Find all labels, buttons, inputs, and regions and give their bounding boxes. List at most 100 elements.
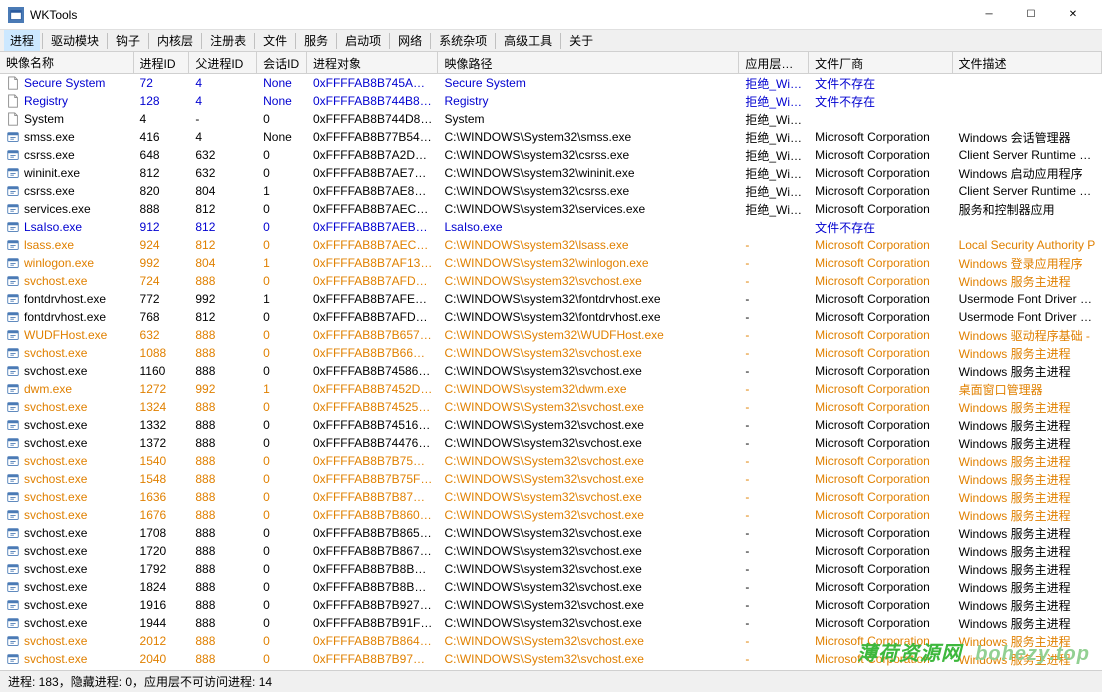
process-name: winlogon.exe <box>24 256 94 270</box>
table-row[interactable]: services.exe88881200xFFFFAB8B7AEC1180C:\… <box>0 200 1102 218</box>
table-row[interactable]: svchost.exe167688800xFFFFAB8B7B860080C:\… <box>0 506 1102 524</box>
table-row[interactable]: svchost.exe204088800xFFFFAB8B7B97E080C:\… <box>0 650 1102 668</box>
menu-item-6[interactable]: 服务 <box>298 30 334 51</box>
table-row[interactable]: svchost.exe132488800xFFFFAB8B74525080C:\… <box>0 398 1102 416</box>
cell-sid: 0 <box>257 435 307 451</box>
menu-item-0[interactable]: 进程 <box>4 30 40 51</box>
maximize-button[interactable]: ☐ <box>1010 0 1052 30</box>
column-header[interactable]: 父进程ID <box>189 52 257 73</box>
process-name: Registry <box>24 94 68 108</box>
menu-item-8[interactable]: 网络 <box>392 30 428 51</box>
table-row[interactable]: LsaIso.exe91281200xFFFFAB8B7AEBB0C0LsaIs… <box>0 218 1102 236</box>
table-row[interactable]: winlogon.exe99280410xFFFFAB8B7AF130C0C:\… <box>0 254 1102 272</box>
table-row[interactable]: svchost.exe108888800xFFFFAB8B7B66D240C:\… <box>0 344 1102 362</box>
table-row[interactable]: svchost.exe201288800xFFFFAB8B7B864080C:\… <box>0 632 1102 650</box>
table-row[interactable]: svchost.exe179288800xFFFFAB8B7B8B6080C:\… <box>0 560 1102 578</box>
close-button[interactable]: ✕ <box>1052 0 1094 30</box>
cell-path: C:\WINDOWS\System32\svchost.exe <box>438 597 739 613</box>
cell-path: C:\WINDOWS\system32\svchost.exe <box>438 579 739 595</box>
table-row[interactable]: csrss.exe64863200xFFFFAB8B7A2D8140C:\WIN… <box>0 146 1102 164</box>
table-row[interactable]: svchost.exe194488800xFFFFAB8B7B91F080C:\… <box>0 614 1102 632</box>
cell-sid: 1 <box>257 183 307 199</box>
cell-pid: 72 <box>134 75 190 91</box>
table-row[interactable]: svchost.exe191688800xFFFFAB8B7B927080C:\… <box>0 596 1102 614</box>
cell-sid: 0 <box>257 453 307 469</box>
cell-vendor: Microsoft Corporation <box>809 633 952 649</box>
cell-path: C:\WINDOWS\System32\svchost.exe <box>438 471 739 487</box>
cell-sid: 1 <box>257 381 307 397</box>
cell-object: 0xFFFFAB8B7AFDD080 <box>307 273 439 289</box>
table-row[interactable]: WUDFHost.exe63288800xFFFFAB8B7B657240C:\… <box>0 326 1102 344</box>
app-icon <box>8 7 24 23</box>
menu-item-7[interactable]: 启动项 <box>339 30 387 51</box>
cell-ppid: 888 <box>189 507 257 523</box>
cell-pid: 1332 <box>134 417 190 433</box>
column-header[interactable]: 文件厂商 <box>809 52 952 73</box>
cell-object: 0xFFFFAB8B7B97E080 <box>307 651 439 667</box>
cell-object: 0xFFFFAB8B7B8B6080 <box>307 561 439 577</box>
table-row[interactable]: svchost.exe137288800xFFFFAB8B74476080C:\… <box>0 434 1102 452</box>
table-row[interactable]: lsass.exe92481200xFFFFAB8B7AEC5080C:\WIN… <box>0 236 1102 254</box>
table-row[interactable]: svchost.exe72488800xFFFFAB8B7AFDD080C:\W… <box>0 272 1102 290</box>
table-row[interactable]: Secure System724None0xFFFFAB8B745AA080Se… <box>0 74 1102 92</box>
cell-ppid: 888 <box>189 669 257 670</box>
menu-item-1[interactable]: 驱动模块 <box>45 30 105 51</box>
column-header[interactable]: 应用层访问 <box>739 52 809 73</box>
table-row[interactable]: smss.exe4164None0xFFFFAB8B77B54040C:\WIN… <box>0 128 1102 146</box>
exe-icon <box>6 616 20 630</box>
cell-object: 0xFFFFAB8B7B860080 <box>307 507 439 523</box>
table-row[interactable]: svchost.exe163688800xFFFFAB8B7B87E0C0C:\… <box>0 488 1102 506</box>
menu-item-9[interactable]: 系统杂项 <box>433 30 493 51</box>
column-header[interactable]: 文件描述 <box>953 52 1102 73</box>
process-table[interactable]: 映像名称进程ID父进程ID会话ID进程对象映像路径应用层访问文件厂商文件描述 S… <box>0 52 1102 670</box>
cell-ppid: 4 <box>189 129 257 145</box>
table-row[interactable]: System4-00xFFFFAB8B744D8080System拒绝_Win.… <box>0 110 1102 128</box>
table-row[interactable]: svchost.exe154888800xFFFFAB8B7B75F080C:\… <box>0 470 1102 488</box>
cell-sid: 0 <box>257 363 307 379</box>
cell-path: C:\WINDOWS\system32\svchost.exe <box>438 561 739 577</box>
menu-item-11[interactable]: 关于 <box>563 30 599 51</box>
cell-vendor: Microsoft Corporation <box>809 291 952 307</box>
table-row[interactable]: svchost.exe172088800xFFFFAB8B7B867080C:\… <box>0 542 1102 560</box>
cell-vendor: Microsoft Corporation <box>809 273 952 289</box>
table-row[interactable]: dwm.exe127299210xFFFFAB8B7452D080C:\WIND… <box>0 380 1102 398</box>
menu-item-4[interactable]: 注册表 <box>204 30 252 51</box>
process-name: csrss.exe <box>24 184 75 198</box>
menu-item-10[interactable]: 高级工具 <box>498 30 558 51</box>
table-row[interactable]: fontdrvhost.exe76881200xFFFFAB8B7AFDC080… <box>0 308 1102 326</box>
table-row[interactable]: wininit.exe81263200xFFFFAB8B7AE780C0C:\W… <box>0 164 1102 182</box>
column-header[interactable]: 映像路径 <box>438 52 739 73</box>
cell-object: 0xFFFFAB8B7A2D8140 <box>307 147 439 163</box>
table-row[interactable]: svchost.exe202088800xFFFFAB8B7B9BA080C:\… <box>0 668 1102 670</box>
column-header[interactable]: 会话ID <box>257 52 307 73</box>
process-name: services.exe <box>24 202 91 216</box>
table-row[interactable]: svchost.exe182488800xFFFFAB8B7B8B5080C:\… <box>0 578 1102 596</box>
cell-vendor: Microsoft Corporation <box>809 651 952 667</box>
column-header[interactable]: 进程对象 <box>307 52 439 73</box>
table-row[interactable]: fontdrvhost.exe77299210xFFFFAB8B7AFE3080… <box>0 290 1102 308</box>
minimize-button[interactable]: ─ <box>968 0 1010 30</box>
column-header[interactable]: 映像名称 <box>0 52 134 73</box>
cell-desc: 桌面窗口管理器 <box>953 380 1102 399</box>
process-name: fontdrvhost.exe <box>24 292 106 306</box>
table-row[interactable]: svchost.exe154088800xFFFFAB8B7B75B080C:\… <box>0 452 1102 470</box>
cell-vendor: Microsoft Corporation <box>809 147 952 163</box>
menu-item-5[interactable]: 文件 <box>257 30 293 51</box>
cell-path: C:\WINDOWS\system32\csrss.exe <box>438 183 739 199</box>
cell-path: C:\WINDOWS\system32\svchost.exe <box>438 489 739 505</box>
cell-access: 拒绝_Win... <box>739 146 809 165</box>
column-header[interactable]: 进程ID <box>134 52 190 73</box>
menu-item-2[interactable]: 钩子 <box>110 30 146 51</box>
table-row[interactable]: svchost.exe116088800xFFFFAB8B74586080C:\… <box>0 362 1102 380</box>
process-name: svchost.exe <box>24 616 87 630</box>
cell-desc: Windows 服务主进程 <box>953 614 1102 633</box>
exe-icon <box>6 526 20 540</box>
table-row[interactable]: svchost.exe170888800xFFFFAB8B7B865080C:\… <box>0 524 1102 542</box>
table-row[interactable]: svchost.exe133288800xFFFFAB8B74516080C:\… <box>0 416 1102 434</box>
table-row[interactable]: csrss.exe82080410xFFFFAB8B7AE80140C:\WIN… <box>0 182 1102 200</box>
menu-item-3[interactable]: 内核层 <box>151 30 199 51</box>
table-row[interactable]: Registry1284None0xFFFFAB8B744B8080Regist… <box>0 92 1102 110</box>
cell-object: 0xFFFFAB8B7B657240 <box>307 327 439 343</box>
cell-path: C:\WINDOWS\system32\winlogon.exe <box>438 255 739 271</box>
menu-separator <box>495 33 496 49</box>
